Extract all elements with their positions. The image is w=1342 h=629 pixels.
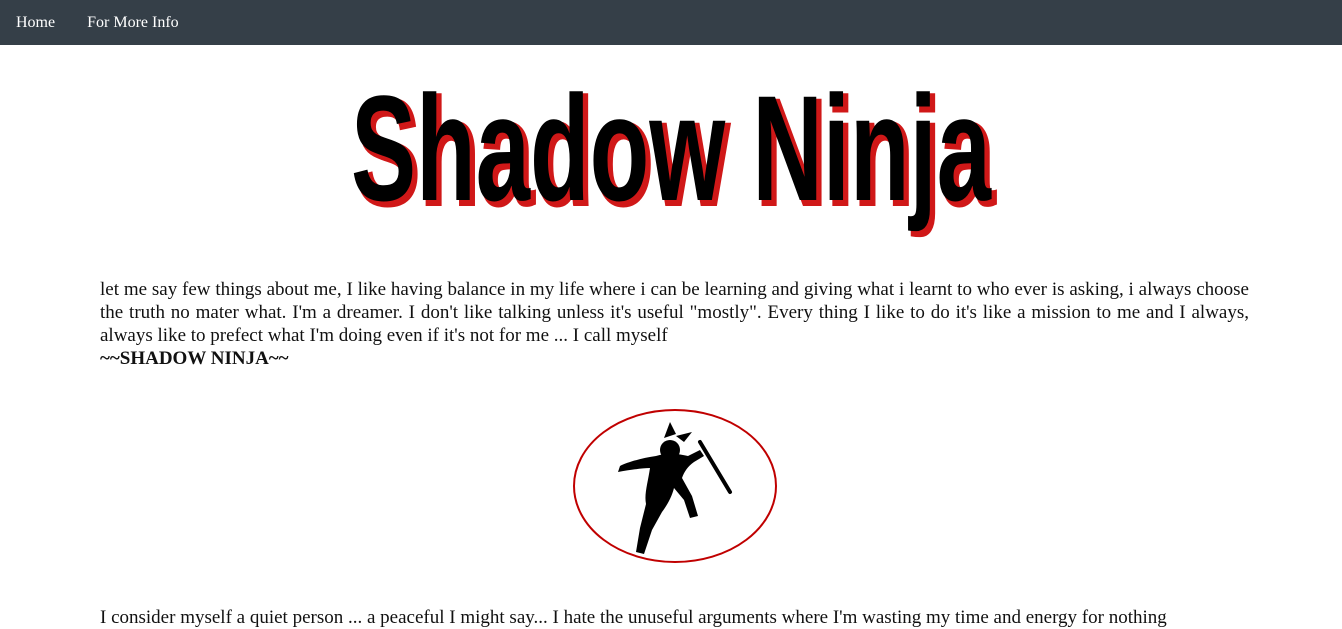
personality-text: I consider myself a quiet person ... a p…	[100, 607, 1167, 628]
shadow-ninja-logo: Shadow Ninja Shadow Ninja	[351, 64, 998, 238]
site-logo: Shadow Ninja Shadow Ninja	[0, 58, 1342, 238]
about-text: let me say few things about me, I like h…	[100, 279, 1249, 346]
logo-text: Shadow Ninja	[351, 64, 992, 232]
ninja-emblem	[572, 408, 778, 564]
top-navbar: Home For More Info	[0, 0, 1342, 45]
personality-paragraph: I consider myself a quiet person ... a p…	[100, 606, 1249, 629]
nav-more-info-link[interactable]: For More Info	[71, 0, 195, 45]
nav-home-link[interactable]: Home	[0, 0, 71, 45]
about-paragraph: let me say few things about me, I like h…	[100, 278, 1249, 370]
signature-text: ~~SHADOW NINJA~~	[100, 348, 289, 369]
ninja-silhouette-image	[573, 409, 777, 563]
